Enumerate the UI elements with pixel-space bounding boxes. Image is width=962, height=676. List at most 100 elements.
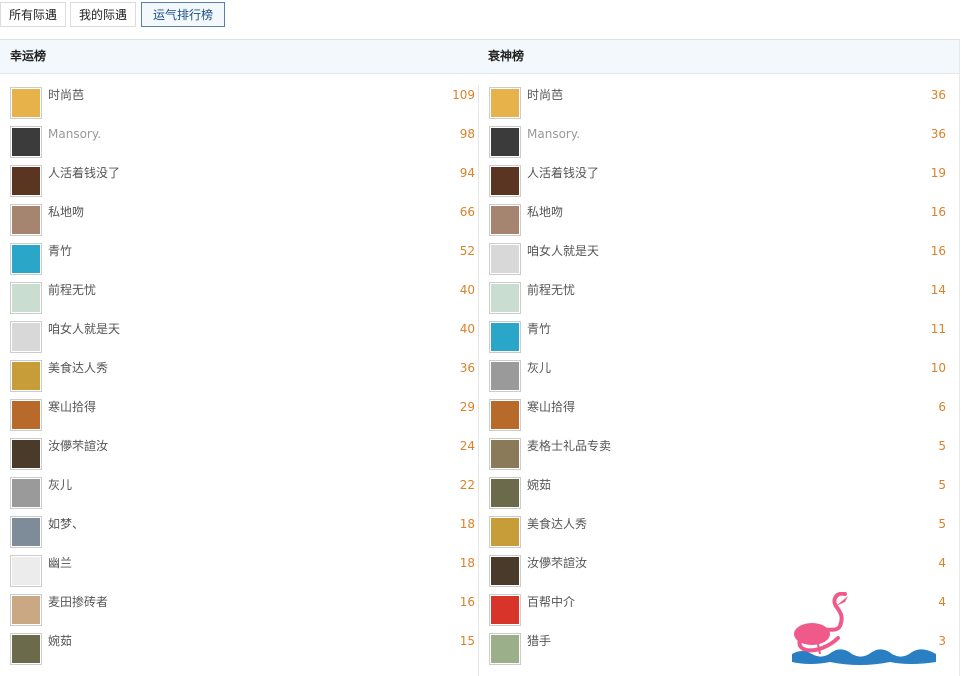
avatar[interactable]: [10, 360, 42, 392]
user-name-link[interactable]: 婉茹: [48, 633, 72, 649]
flamingo-logo: [792, 592, 936, 665]
unlucky-row: 人活着钱没了 19: [489, 165, 946, 204]
unlucky-row: Mansory. 36: [489, 126, 946, 165]
unlucky-row: 前程无忧 14: [489, 282, 946, 321]
luck-score: 5: [938, 478, 946, 492]
luck-score: 11: [930, 322, 946, 336]
user-name-link[interactable]: 人活着钱没了: [527, 165, 599, 181]
avatar[interactable]: [489, 243, 521, 275]
tab-all-encounters[interactable]: 所有际遇: [0, 2, 67, 27]
unlucky-row: 私地吻 16: [489, 204, 946, 243]
lucky-row: 青竹 52: [10, 243, 475, 282]
ranking-panel: 幸运榜 衰神榜 时尚芭 109 Mansory. 98 人活着钱没了 94 私地吻 66 青竹 5…: [0, 39, 960, 676]
avatar[interactable]: [10, 516, 42, 548]
avatar[interactable]: [10, 555, 42, 587]
avatar[interactable]: [10, 126, 42, 158]
luck-score: 19: [930, 166, 946, 180]
luck-score: 4: [938, 556, 946, 570]
avatar[interactable]: [489, 516, 521, 548]
avatar[interactable]: [489, 126, 521, 158]
unlucky-row: 青竹 11: [489, 321, 946, 360]
lucky-row: 寒山拾得 29: [10, 399, 475, 438]
avatar[interactable]: [10, 87, 42, 119]
lucky-row: 私地吻 66: [10, 204, 475, 243]
user-name-link[interactable]: 灰儿: [48, 477, 72, 493]
avatar[interactable]: [10, 438, 42, 470]
user-name-link[interactable]: Mansory.: [48, 126, 101, 142]
user-name-link[interactable]: 如梦、: [48, 516, 84, 532]
avatar[interactable]: [489, 87, 521, 119]
user-name-link[interactable]: 私地吻: [527, 204, 563, 220]
avatar[interactable]: [489, 477, 521, 509]
luck-score: 22: [459, 478, 475, 492]
luck-score: 16: [459, 595, 475, 609]
user-name-link[interactable]: 时尚芭: [48, 87, 84, 103]
luck-score: 66: [459, 205, 475, 219]
user-name-link[interactable]: 百帮中介: [527, 594, 575, 610]
user-name-link[interactable]: 咱女人就是天: [527, 243, 599, 259]
user-name-link[interactable]: 咱女人就是天: [48, 321, 120, 337]
unlucky-row: 寒山拾得 6: [489, 399, 946, 438]
lucky-row: 咱女人就是天 40: [10, 321, 475, 360]
user-name-link[interactable]: 婉茹: [527, 477, 551, 493]
tab-my-encounters[interactable]: 我的际遇: [70, 2, 137, 27]
user-name-link[interactable]: 汝儚芣諠汝: [48, 438, 108, 454]
unlucky-row: 咱女人就是天 16: [489, 243, 946, 282]
lucky-title: 幸运榜: [10, 49, 47, 63]
lucky-row: 麦田掺砖者 16: [10, 594, 475, 633]
unlucky-row: 时尚芭 36: [489, 87, 946, 126]
luck-score: 24: [459, 439, 475, 453]
lucky-row: 如梦、 18: [10, 516, 475, 555]
avatar[interactable]: [489, 321, 521, 353]
tab-luck-ranking[interactable]: 运气排行榜: [141, 2, 226, 27]
avatar[interactable]: [489, 594, 521, 626]
user-name-link[interactable]: 前程无忧: [527, 282, 575, 298]
avatar[interactable]: [10, 399, 42, 431]
user-name-link[interactable]: 麦田掺砖者: [48, 594, 108, 610]
luck-score: 18: [459, 517, 475, 531]
luck-score: 94: [459, 166, 475, 180]
avatar[interactable]: [489, 399, 521, 431]
avatar[interactable]: [489, 360, 521, 392]
user-name-link[interactable]: 寒山拾得: [48, 399, 96, 415]
avatar[interactable]: [10, 282, 42, 314]
user-name-link[interactable]: 时尚芭: [527, 87, 563, 103]
unlucky-list: 时尚芭 36 Mansory. 36 人活着钱没了 19 私地吻 16 咱女人就是天 16 前程无忧…: [489, 87, 946, 672]
avatar[interactable]: [10, 633, 42, 665]
user-name-link[interactable]: Mansory.: [527, 126, 580, 142]
unlucky-row: 麦格士礼品专卖 5: [489, 438, 946, 477]
avatar[interactable]: [489, 438, 521, 470]
user-name-link[interactable]: 美食达人秀: [527, 516, 587, 532]
user-name-link[interactable]: 猎手: [527, 633, 551, 649]
user-name-link[interactable]: 美食达人秀: [48, 360, 108, 376]
user-name-link[interactable]: 寒山拾得: [527, 399, 575, 415]
user-name-link[interactable]: 青竹: [48, 243, 72, 259]
avatar[interactable]: [489, 555, 521, 587]
avatar[interactable]: [10, 243, 42, 275]
unlucky-row: 汝儚芣諠汝 4: [489, 555, 946, 594]
unlucky-row: 婉茹 5: [489, 477, 946, 516]
avatar[interactable]: [489, 282, 521, 314]
luck-score: 16: [930, 244, 946, 258]
avatar[interactable]: [10, 165, 42, 197]
user-name-link[interactable]: 汝儚芣諠汝: [527, 555, 587, 571]
avatar[interactable]: [10, 321, 42, 353]
column-divider: [478, 85, 479, 676]
avatar[interactable]: [10, 477, 42, 509]
user-name-link[interactable]: 人活着钱没了: [48, 165, 120, 181]
user-name-link[interactable]: 前程无忧: [48, 282, 96, 298]
user-name-link[interactable]: 幽兰: [48, 555, 72, 571]
avatar[interactable]: [489, 204, 521, 236]
avatar[interactable]: [10, 204, 42, 236]
user-name-link[interactable]: 青竹: [527, 321, 551, 337]
user-name-link[interactable]: 灰儿: [527, 360, 551, 376]
avatar[interactable]: [489, 165, 521, 197]
avatar[interactable]: [10, 594, 42, 626]
luck-score: 29: [459, 400, 475, 414]
user-name-link[interactable]: 私地吻: [48, 204, 84, 220]
luck-score: 15: [459, 634, 475, 648]
user-name-link[interactable]: 麦格士礼品专卖: [527, 438, 611, 454]
luck-score: 6: [938, 400, 946, 414]
avatar[interactable]: [489, 633, 521, 665]
luck-score: 109: [452, 88, 475, 102]
